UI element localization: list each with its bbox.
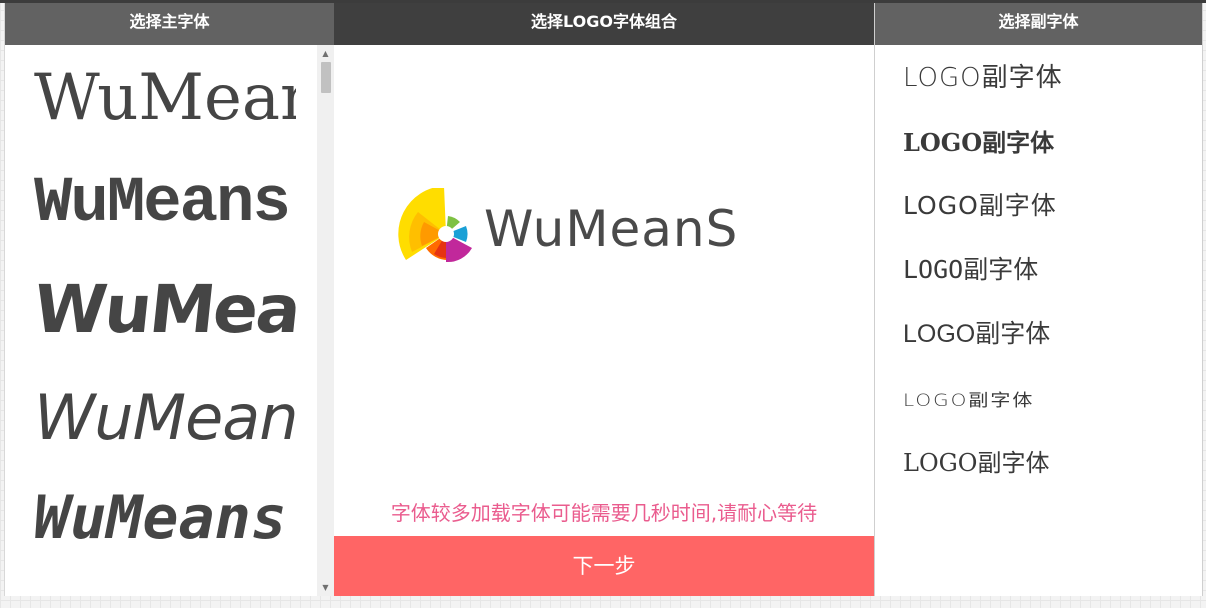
scroll-thumb[interactable] bbox=[321, 62, 331, 93]
main-font-option[interactable]: WuMeans bbox=[34, 375, 296, 461]
main-font-sample: WuMeans bbox=[34, 168, 291, 240]
next-step-button[interactable]: 下一步 bbox=[334, 536, 874, 596]
logo-text: WuMeanS bbox=[484, 200, 739, 258]
sub-font-panel: 选择副字体 LOGO副字体 LOGO副字体 LOGO副字体 LOGO副字体 LO… bbox=[874, 3, 1203, 596]
main-font-sample: WuMeans bbox=[30, 271, 301, 348]
loading-notice: 字体较多加载字体可能需要几秒时间,请耐心等待 bbox=[390, 501, 818, 525]
sub-font-option[interactable]: LOGO副字体 bbox=[903, 123, 1054, 163]
logo-combination-header: 选择LOGO字体组合 bbox=[334, 3, 874, 45]
logo-fan-icon bbox=[398, 188, 472, 263]
sub-font-option[interactable]: LOGO副字体 bbox=[903, 186, 1057, 226]
sub-font-option[interactable]: LOGO副字体 bbox=[903, 314, 1050, 354]
main-font-sample: WuMeans bbox=[34, 381, 296, 454]
scroll-up-arrow-icon[interactable]: ▲ bbox=[317, 45, 334, 62]
logo-preview: WuMeanS bbox=[396, 188, 776, 278]
main-font-option[interactable]: WuMeans bbox=[34, 475, 296, 561]
main-font-option[interactable]: WuMeans bbox=[34, 161, 296, 247]
main-font-sample: WuMeans bbox=[34, 483, 287, 553]
sub-font-header: 选择副字体 bbox=[875, 3, 1202, 45]
logo-preview-panel: 选择LOGO字体组合 WuMeanS 字体较多加载字体可能需要几秒时间,请耐心等… bbox=[334, 3, 874, 596]
main-font-header: 选择主字体 bbox=[5, 3, 334, 45]
main-font-option[interactable]: WuMeans bbox=[34, 55, 296, 141]
main-font-sample: WuMeans bbox=[34, 61, 296, 135]
sub-font-option[interactable]: LOGO副字体 bbox=[903, 443, 1049, 483]
sub-font-option[interactable]: LOGO副字体 bbox=[903, 383, 1034, 417]
sub-font-option[interactable]: LOGO副字体 bbox=[903, 250, 1038, 290]
main-font-panel: 选择主字体 WuMeans WuMeans WuMeans WuMeans Wu… bbox=[4, 3, 334, 596]
main-font-option[interactable]: WuMeans bbox=[29, 267, 301, 353]
main-font-scrollbar[interactable]: ▲ ▼ bbox=[317, 45, 334, 596]
scroll-down-arrow-icon[interactable]: ▼ bbox=[317, 579, 334, 596]
main-font-list: WuMeans WuMeans WuMeans WuMeans WuMeans bbox=[5, 45, 317, 596]
sub-font-option[interactable]: LOGO副字体 bbox=[903, 58, 1063, 98]
